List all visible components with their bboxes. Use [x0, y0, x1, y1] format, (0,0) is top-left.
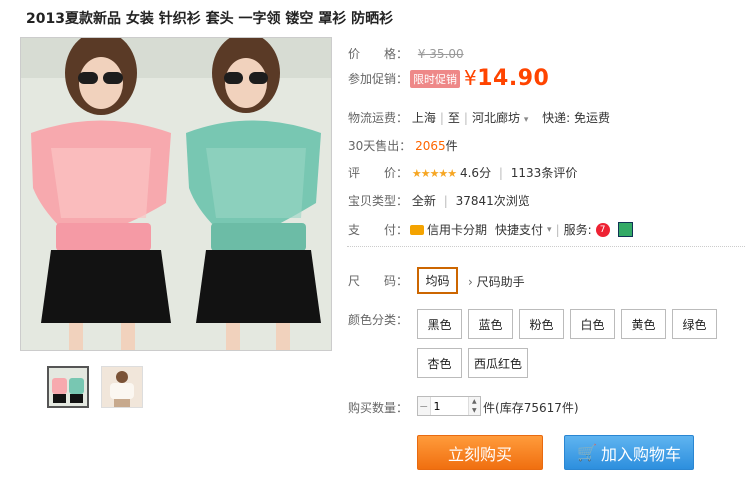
ship-sep: 至	[447, 111, 460, 125]
quick-pay-link[interactable]: 快捷支付	[495, 221, 543, 238]
seven-day-return-icon[interactable]: 7	[595, 222, 610, 237]
thumbnail-image	[49, 368, 87, 406]
shipping-row: 物流运费： 上海 | 至 | 河北廊坊 ▾ 快递: 免运费	[348, 111, 611, 125]
chevron-right-icon: ›	[468, 275, 473, 289]
quantity-stepper[interactable]: − ▲ ▼	[417, 396, 481, 416]
sales-count: 2065	[415, 139, 446, 153]
quantity-input[interactable]	[430, 397, 468, 415]
promo-price: ¥14.90	[464, 66, 549, 91]
color-option[interactable]: 黑色	[417, 309, 462, 339]
shopping-cart-icon: 🛒	[577, 443, 597, 462]
arrow-up-icon[interactable]: ▲	[469, 397, 481, 406]
review-count-link[interactable]: 1133条评价	[511, 166, 578, 180]
divider	[347, 246, 745, 247]
decrement-button[interactable]: −	[418, 397, 431, 415]
buy-now-button[interactable]: 立刻购买	[417, 435, 543, 470]
condition: 全新	[411, 194, 436, 208]
promo-price-row: 参加促销： 限时促销 ¥14.90	[348, 66, 550, 91]
credit-installment-link[interactable]: 信用卡分期	[427, 221, 487, 238]
star-rating-icon: ★★★★★	[411, 167, 457, 180]
color-option[interactable]: 黄色	[621, 309, 666, 339]
rating-row: 评 价： ★★★★★ 4.6分 | 1133条评价	[348, 166, 578, 180]
color-option[interactable]: 蓝色	[468, 309, 513, 339]
thumbnail-image	[102, 367, 142, 407]
sales-row: 30天售出： 2065件	[348, 139, 458, 153]
currency-symbol: ¥	[464, 66, 478, 90]
arrow-down-icon[interactable]: ▼	[469, 406, 481, 415]
chevron-down-icon[interactable]: ▾	[547, 225, 552, 235]
color-option[interactable]: 绿色	[672, 309, 717, 339]
color-option[interactable]: 杏色	[417, 348, 462, 378]
size-option-selected[interactable]: 均码	[417, 267, 458, 294]
color-option[interactable]: 西瓜红色	[468, 348, 528, 378]
thumbnail-1[interactable]	[47, 366, 89, 408]
view-count: 37841次浏览	[455, 194, 530, 208]
product-title: 2013夏款新品 女装 针织衫 套头 一字领 镂空 罩衫 防晒衫	[26, 11, 394, 27]
product-photo	[21, 38, 331, 350]
payment-row: 支 付： 信用卡分期 快捷支付 ▾ | 服务: 7	[348, 221, 633, 238]
sales-unit: 件	[445, 139, 458, 153]
original-price-row: 价 格： ¥ 35.00	[348, 47, 464, 61]
product-type-row: 宝贝类型： 全新 | 37841次浏览	[348, 194, 530, 208]
main-product-image[interactable]	[20, 37, 332, 351]
ship-destination[interactable]: 河北廊坊	[472, 111, 520, 125]
promo-price-value: 14.90	[477, 66, 550, 91]
thumbnail-2[interactable]	[101, 366, 143, 408]
stock-info: 件(库存75617件)	[483, 401, 579, 415]
original-price: ¥ 35.00	[417, 47, 464, 61]
color-label: 颜色分类：	[348, 313, 409, 327]
ship-from: 上海	[411, 111, 436, 125]
size-helper-link[interactable]: › 尺码助手	[468, 273, 525, 290]
stock-count: (库存75617件)	[495, 401, 579, 415]
promo-tag: 限时促销	[410, 69, 461, 88]
warranty-icon[interactable]	[617, 222, 633, 237]
increment-button[interactable]: ▲ ▼	[467, 397, 481, 415]
color-option[interactable]: 粉色	[519, 309, 564, 339]
rating-score: 4.6分	[459, 166, 492, 180]
quantity-label: 购买数量：	[348, 401, 409, 415]
color-option[interactable]: 白色	[570, 309, 615, 339]
credit-card-icon	[410, 224, 425, 235]
shipping-method: 快递: 免运费	[542, 111, 611, 125]
add-to-cart-button[interactable]: 🛒 加入购物车	[564, 435, 694, 470]
size-label: 尺 码：	[348, 274, 409, 288]
service-label: 服务:	[563, 223, 592, 237]
chevron-down-icon[interactable]: ▾	[524, 115, 529, 125]
